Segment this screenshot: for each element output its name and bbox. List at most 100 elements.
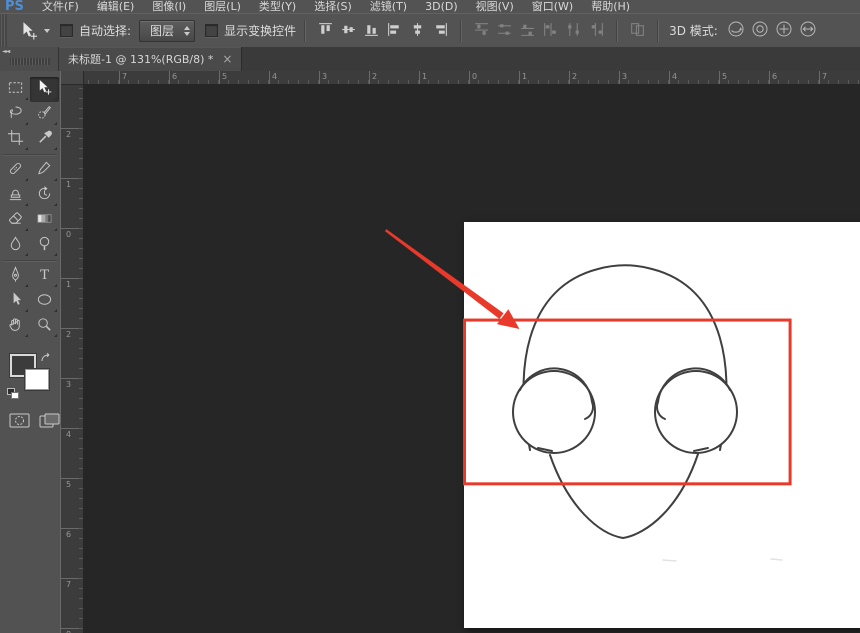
- align-bottom-edges-icon[interactable]: [363, 21, 380, 38]
- eyedropper-tool[interactable]: [30, 127, 59, 152]
- distribute-left-edges-icon[interactable]: [542, 21, 559, 38]
- type-tool[interactable]: T: [30, 264, 59, 289]
- menu-image[interactable]: 图像(I): [143, 0, 195, 13]
- clone-stamp-tool[interactable]: [1, 183, 30, 208]
- ruler-label: 0: [472, 72, 477, 81]
- menu-file[interactable]: 文件(F): [33, 0, 88, 13]
- photoshop-logo: PS: [0, 0, 33, 13]
- ruler-major-tick: [61, 178, 83, 179]
- auto-select-target-dropdown[interactable]: 图层: [139, 20, 195, 42]
- align-top-edges-icon[interactable]: [317, 21, 334, 38]
- ruler-major-tick: [419, 71, 420, 84]
- history-brush-tool[interactable]: [30, 183, 59, 208]
- ruler-label: 5: [722, 72, 727, 81]
- eraser-tool[interactable]: [1, 208, 30, 233]
- crop-tool[interactable]: [1, 127, 30, 152]
- canvas-pasteboard[interactable]: [83, 84, 860, 633]
- ruler-label: 2: [66, 330, 71, 339]
- show-transform-label: 显示变换控件: [224, 22, 296, 39]
- auto-align-layers-icon[interactable]: [629, 21, 646, 38]
- ruler-label: 3: [322, 72, 327, 81]
- swap-colors-icon[interactable]: [39, 350, 52, 363]
- blur-tool[interactable]: [1, 233, 30, 258]
- distribute-bottom-edges-icon[interactable]: [519, 21, 536, 38]
- separator: [304, 20, 306, 42]
- gradient-icon: [36, 210, 53, 231]
- brush-tool[interactable]: [30, 158, 59, 183]
- align-buttons-group: [314, 21, 452, 41]
- separator: [460, 20, 462, 42]
- distribute-horizontal-centers-icon[interactable]: [565, 21, 582, 38]
- ruler-major-tick: [61, 428, 83, 429]
- orbit-3d-icon[interactable]: [727, 20, 745, 38]
- distribute-top-edges-icon[interactable]: [473, 21, 490, 38]
- ruler-major-tick: [61, 528, 83, 529]
- ruler-label: 2: [66, 130, 71, 139]
- slide-3d-icon[interactable]: [799, 20, 817, 38]
- vertical-ruler[interactable]: 21012345678: [61, 84, 84, 633]
- path-selection-tool[interactable]: [1, 289, 30, 314]
- lasso-tool[interactable]: [1, 102, 30, 127]
- tool-preset-caret-icon[interactable]: [44, 29, 50, 33]
- auto-select-label: 自动选择:: [79, 22, 131, 39]
- spot-healing-brush-tool[interactable]: [1, 158, 30, 183]
- menu-edit[interactable]: 编辑(E): [88, 0, 144, 13]
- ruler-label: 1: [66, 280, 71, 289]
- zoom-tool[interactable]: [30, 314, 59, 339]
- horizontal-ruler[interactable]: 765432101234567: [61, 71, 860, 85]
- ruler-major-tick: [61, 328, 83, 329]
- quick-mask-mode-button[interactable]: [9, 413, 30, 432]
- ruler-label: 4: [672, 72, 677, 81]
- lasso-icon: [7, 104, 24, 125]
- ellipse-shape-tool[interactable]: [30, 289, 59, 314]
- move-tool[interactable]: [30, 77, 59, 102]
- roll-3d-icon[interactable]: [751, 20, 769, 38]
- close-tab-icon[interactable]: ×: [222, 53, 232, 65]
- dodge-tool[interactable]: [30, 233, 59, 258]
- rectangular-marquee-tool[interactable]: [1, 77, 30, 102]
- ruler-label: 4: [272, 72, 277, 81]
- ruler-major-tick: [61, 578, 83, 579]
- pen-tool[interactable]: [1, 264, 30, 289]
- document-tab[interactable]: 未标题-1 @ 131%(RGB/8) * ×: [59, 47, 242, 71]
- ruler-label: 6: [772, 72, 777, 81]
- quick-selection-tool[interactable]: [30, 102, 59, 127]
- ruler-origin-corner[interactable]: [61, 71, 84, 85]
- menu-select[interactable]: 选择(S): [305, 0, 361, 13]
- gradient-tool[interactable]: [30, 208, 59, 233]
- brush-icon: [36, 160, 53, 181]
- ruler-major-tick: [269, 71, 270, 84]
- menu-window[interactable]: 窗口(W): [523, 0, 582, 13]
- background-color-swatch[interactable]: [25, 369, 49, 390]
- menu-view[interactable]: 视图(V): [467, 0, 523, 13]
- collapse-panel-button[interactable]: ◄◄: [2, 48, 9, 55]
- mode-3d-buttons-group: [724, 20, 820, 41]
- menu-type[interactable]: 类型(Y): [250, 0, 305, 13]
- distribute-right-edges-icon[interactable]: [588, 21, 605, 38]
- menu-3d[interactable]: 3D(D): [416, 0, 467, 13]
- document-page[interactable]: [464, 222, 860, 628]
- align-right-edges-icon[interactable]: [432, 21, 449, 38]
- menu-layer[interactable]: 图层(L): [195, 0, 250, 13]
- menu-filter[interactable]: 滤镜(T): [361, 0, 416, 13]
- options-bar-grip[interactable]: [0, 14, 7, 47]
- ruler-major-tick: [719, 71, 720, 84]
- screen-mode-button[interactable]: [39, 413, 60, 432]
- ruler-major-tick: [669, 71, 670, 84]
- distribute-vertical-centers-icon[interactable]: [496, 21, 513, 38]
- align-left-edges-icon[interactable]: [386, 21, 403, 38]
- align-vertical-centers-icon[interactable]: [340, 21, 357, 38]
- document-tab-bar: ◄◄ 未标题-1 @ 131%(RGB/8) * ×: [0, 47, 860, 71]
- align-horizontal-centers-icon[interactable]: [409, 21, 426, 38]
- ruler-major-tick: [61, 128, 83, 129]
- menu-help[interactable]: 帮助(H): [582, 0, 639, 13]
- ruler-major-tick: [769, 71, 770, 84]
- default-colors-icon[interactable]: [7, 388, 18, 398]
- tools-panel-grip[interactable]: [10, 58, 50, 65]
- eyedropper-icon: [36, 129, 53, 150]
- auto-select-checkbox[interactable]: [60, 24, 73, 37]
- show-transform-checkbox[interactable]: [205, 24, 218, 37]
- pan-3d-icon[interactable]: [775, 20, 793, 38]
- crop-icon: [7, 129, 24, 150]
- hand-tool[interactable]: [1, 314, 30, 339]
